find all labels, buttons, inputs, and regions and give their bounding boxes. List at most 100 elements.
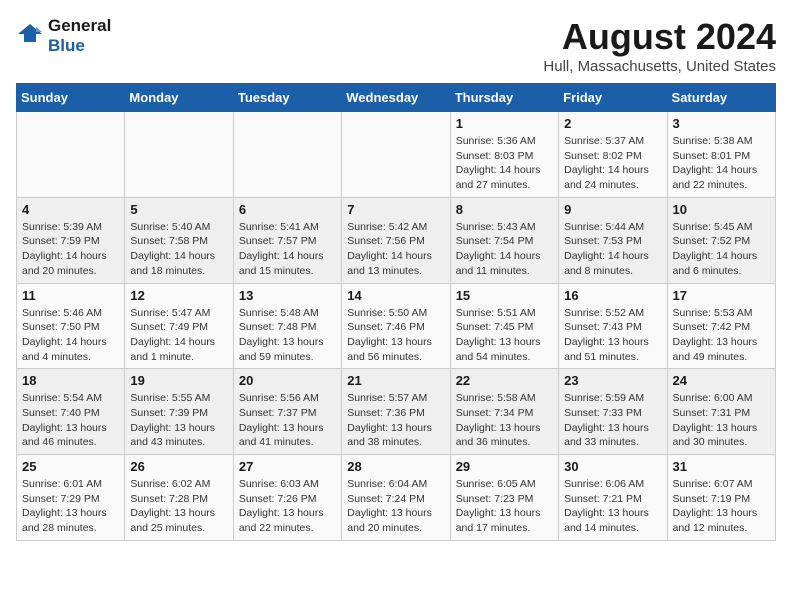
day-info: Sunrise: 5:41 AM Sunset: 7:57 PM Dayligh… — [239, 220, 336, 279]
day-cell — [125, 112, 233, 198]
day-number: 8 — [456, 202, 553, 217]
day-cell: 9 Sunrise: 5:44 AM Sunset: 7:53 PM Daylig… — [559, 197, 667, 283]
calendar-table: SundayMondayTuesdayWednesdayThursdayFrid… — [16, 83, 776, 541]
day-number: 30 — [564, 459, 661, 474]
day-info: Sunrise: 5:44 AM Sunset: 7:53 PM Dayligh… — [564, 220, 661, 279]
day-cell: 5 Sunrise: 5:40 AM Sunset: 7:58 PM Daylig… — [125, 197, 233, 283]
day-number: 19 — [130, 373, 227, 388]
day-cell: 6 Sunrise: 5:41 AM Sunset: 7:57 PM Daylig… — [233, 197, 341, 283]
day-info: Sunrise: 5:50 AM Sunset: 7:46 PM Dayligh… — [347, 306, 444, 365]
day-number: 11 — [22, 288, 119, 303]
day-info: Sunrise: 6:00 AM Sunset: 7:31 PM Dayligh… — [673, 391, 770, 450]
calendar-title: August 2024 — [543, 16, 776, 58]
day-number: 4 — [22, 202, 119, 217]
day-number: 18 — [22, 373, 119, 388]
day-number: 15 — [456, 288, 553, 303]
header-cell-monday: Monday — [125, 84, 233, 112]
day-info: Sunrise: 5:40 AM Sunset: 7:58 PM Dayligh… — [130, 220, 227, 279]
day-number: 31 — [673, 459, 770, 474]
day-info: Sunrise: 5:46 AM Sunset: 7:50 PM Dayligh… — [22, 306, 119, 365]
header-row: SundayMondayTuesdayWednesdayThursdayFrid… — [17, 84, 776, 112]
day-number: 17 — [673, 288, 770, 303]
day-number: 13 — [239, 288, 336, 303]
header-cell-thursday: Thursday — [450, 84, 558, 112]
day-info: Sunrise: 6:02 AM Sunset: 7:28 PM Dayligh… — [130, 477, 227, 536]
week-row-3: 11 Sunrise: 5:46 AM Sunset: 7:50 PM Dayli… — [17, 283, 776, 369]
week-row-2: 4 Sunrise: 5:39 AM Sunset: 7:59 PM Daylig… — [17, 197, 776, 283]
day-info: Sunrise: 5:59 AM Sunset: 7:33 PM Dayligh… — [564, 391, 661, 450]
day-cell: 12Sunrise: 5:47 AM Sunset: 7:49 PM Dayli… — [125, 283, 233, 369]
day-cell — [233, 112, 341, 198]
day-cell: 22Sunrise: 5:58 AM Sunset: 7:34 PM Dayli… — [450, 369, 558, 455]
day-info: Sunrise: 5:54 AM Sunset: 7:40 PM Dayligh… — [22, 391, 119, 450]
day-cell: 11 Sunrise: 5:46 AM Sunset: 7:50 PM Dayli… — [17, 283, 125, 369]
day-info: Sunrise: 6:04 AM Sunset: 7:24 PM Dayligh… — [347, 477, 444, 536]
day-cell: 27Sunrise: 6:03 AM Sunset: 7:26 PM Dayli… — [233, 455, 341, 541]
title-area: August 2024 Hull, Massachusetts, United … — [543, 16, 776, 75]
day-cell: 31 Sunrise: 6:07 AM Sunset: 7:19 PM Dayli… — [667, 455, 775, 541]
day-cell: 10Sunrise: 5:45 AM Sunset: 7:52 PM Dayli… — [667, 197, 775, 283]
day-number: 1 — [456, 116, 553, 131]
day-info: Sunrise: 5:53 AM Sunset: 7:42 PM Dayligh… — [673, 306, 770, 365]
day-number: 23 — [564, 373, 661, 388]
logo-icon — [16, 22, 44, 50]
day-cell: 2Sunrise: 5:37 AM Sunset: 8:02 PM Daylig… — [559, 112, 667, 198]
day-cell: 15 Sunrise: 5:51 AM Sunset: 7:45 PM Dayli… — [450, 283, 558, 369]
day-cell: 26 Sunrise: 6:02 AM Sunset: 7:28 PM Dayli… — [125, 455, 233, 541]
day-cell: 23 Sunrise: 5:59 AM Sunset: 7:33 PM Dayli… — [559, 369, 667, 455]
day-cell: 28 Sunrise: 6:04 AM Sunset: 7:24 PM Dayli… — [342, 455, 450, 541]
logo: General Blue — [16, 16, 111, 55]
day-info: Sunrise: 5:37 AM Sunset: 8:02 PM Dayligh… — [564, 134, 661, 193]
day-cell: 16 Sunrise: 5:52 AM Sunset: 7:43 PM Dayli… — [559, 283, 667, 369]
day-cell: 13Sunrise: 5:48 AM Sunset: 7:48 PM Dayli… — [233, 283, 341, 369]
day-info: Sunrise: 5:39 AM Sunset: 7:59 PM Dayligh… — [22, 220, 119, 279]
day-info: Sunrise: 5:45 AM Sunset: 7:52 PM Dayligh… — [673, 220, 770, 279]
day-cell: 24 Sunrise: 6:00 AM Sunset: 7:31 PM Dayli… — [667, 369, 775, 455]
day-number: 9 — [564, 202, 661, 217]
day-number: 22 — [456, 373, 553, 388]
day-info: Sunrise: 6:01 AM Sunset: 7:29 PM Dayligh… — [22, 477, 119, 536]
day-cell: 29 Sunrise: 6:05 AM Sunset: 7:23 PM Dayli… — [450, 455, 558, 541]
day-number: 24 — [673, 373, 770, 388]
day-info: Sunrise: 5:52 AM Sunset: 7:43 PM Dayligh… — [564, 306, 661, 365]
day-cell: 8 Sunrise: 5:43 AM Sunset: 7:54 PM Daylig… — [450, 197, 558, 283]
header: General Blue August 2024 Hull, Massachus… — [16, 16, 776, 75]
day-info: Sunrise: 6:07 AM Sunset: 7:19 PM Dayligh… — [673, 477, 770, 536]
logo-line1: General — [48, 16, 111, 36]
calendar-body: 1Sunrise: 5:36 AM Sunset: 8:03 PM Daylig… — [17, 112, 776, 541]
day-cell: 3Sunrise: 5:38 AM Sunset: 8:01 PM Daylig… — [667, 112, 775, 198]
calendar-subtitle: Hull, Massachusetts, United States — [543, 58, 776, 75]
day-cell: 19Sunrise: 5:55 AM Sunset: 7:39 PM Dayli… — [125, 369, 233, 455]
day-info: Sunrise: 5:57 AM Sunset: 7:36 PM Dayligh… — [347, 391, 444, 450]
day-number: 5 — [130, 202, 227, 217]
day-number: 14 — [347, 288, 444, 303]
day-info: Sunrise: 6:05 AM Sunset: 7:23 PM Dayligh… — [456, 477, 553, 536]
day-cell: 4 Sunrise: 5:39 AM Sunset: 7:59 PM Daylig… — [17, 197, 125, 283]
header-cell-tuesday: Tuesday — [233, 84, 341, 112]
day-cell: 21Sunrise: 5:57 AM Sunset: 7:36 PM Dayli… — [342, 369, 450, 455]
day-number: 6 — [239, 202, 336, 217]
day-number: 25 — [22, 459, 119, 474]
day-cell: 7Sunrise: 5:42 AM Sunset: 7:56 PM Daylig… — [342, 197, 450, 283]
day-cell: 25 Sunrise: 6:01 AM Sunset: 7:29 PM Dayli… — [17, 455, 125, 541]
header-cell-saturday: Saturday — [667, 84, 775, 112]
day-number: 28 — [347, 459, 444, 474]
logo-line2: Blue — [48, 36, 111, 56]
day-cell: 18 Sunrise: 5:54 AM Sunset: 7:40 PM Dayli… — [17, 369, 125, 455]
day-number: 12 — [130, 288, 227, 303]
day-number: 29 — [456, 459, 553, 474]
calendar-header: SundayMondayTuesdayWednesdayThursdayFrid… — [17, 84, 776, 112]
day-cell: 14 Sunrise: 5:50 AM Sunset: 7:46 PM Dayli… — [342, 283, 450, 369]
week-row-5: 25 Sunrise: 6:01 AM Sunset: 7:29 PM Dayli… — [17, 455, 776, 541]
day-number: 16 — [564, 288, 661, 303]
header-cell-friday: Friday — [559, 84, 667, 112]
day-info: Sunrise: 5:38 AM Sunset: 8:01 PM Dayligh… — [673, 134, 770, 193]
header-cell-wednesday: Wednesday — [342, 84, 450, 112]
day-info: Sunrise: 5:43 AM Sunset: 7:54 PM Dayligh… — [456, 220, 553, 279]
day-info: Sunrise: 5:56 AM Sunset: 7:37 PM Dayligh… — [239, 391, 336, 450]
day-info: Sunrise: 5:51 AM Sunset: 7:45 PM Dayligh… — [456, 306, 553, 365]
day-cell: 30 Sunrise: 6:06 AM Sunset: 7:21 PM Dayli… — [559, 455, 667, 541]
day-number: 26 — [130, 459, 227, 474]
day-cell — [17, 112, 125, 198]
day-info: Sunrise: 6:06 AM Sunset: 7:21 PM Dayligh… — [564, 477, 661, 536]
